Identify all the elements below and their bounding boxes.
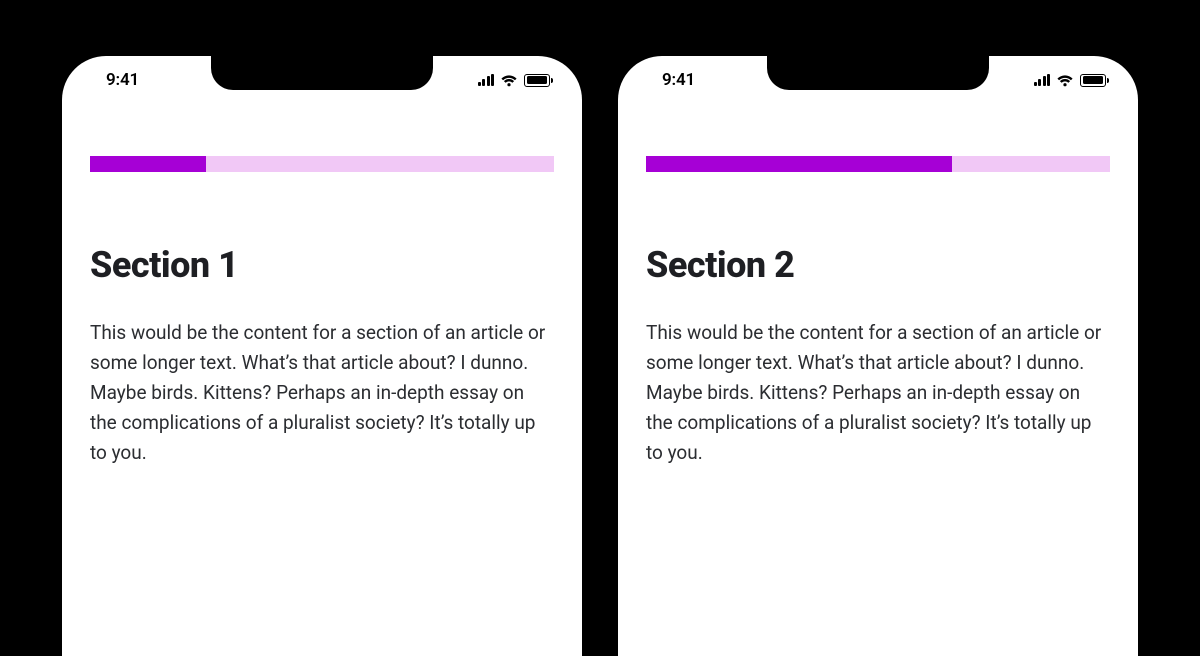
cellular-signal-icon (478, 74, 495, 86)
status-time: 9:41 (106, 70, 139, 90)
status-time: 9:41 (662, 70, 695, 90)
section-body: This would be the content for a section … (646, 318, 1110, 468)
section-title: Section 2 (646, 244, 1110, 286)
screen-content[interactable]: Section 2 This would be the content for … (618, 156, 1138, 468)
device-notch (767, 56, 989, 90)
wifi-icon (500, 74, 518, 87)
device-notch (211, 56, 433, 90)
section-body: This would be the content for a section … (90, 318, 554, 468)
section-title: Section 1 (90, 244, 554, 286)
battery-full-icon (1080, 74, 1106, 87)
progress-bar (646, 156, 1110, 172)
progress-fill (646, 156, 952, 172)
phone-mockup-2: 9:41 Section 2 This would be the content… (618, 56, 1138, 656)
battery-full-icon (524, 74, 550, 87)
phone-mockup-1: 9:41 Section 1 This would be the content… (62, 56, 582, 656)
screen-content[interactable]: Section 1 This would be the content for … (62, 156, 582, 468)
cellular-signal-icon (1034, 74, 1051, 86)
status-icons (1034, 74, 1107, 87)
wifi-icon (1056, 74, 1074, 87)
progress-bar (90, 156, 554, 172)
progress-fill (90, 156, 206, 172)
status-icons (478, 74, 551, 87)
